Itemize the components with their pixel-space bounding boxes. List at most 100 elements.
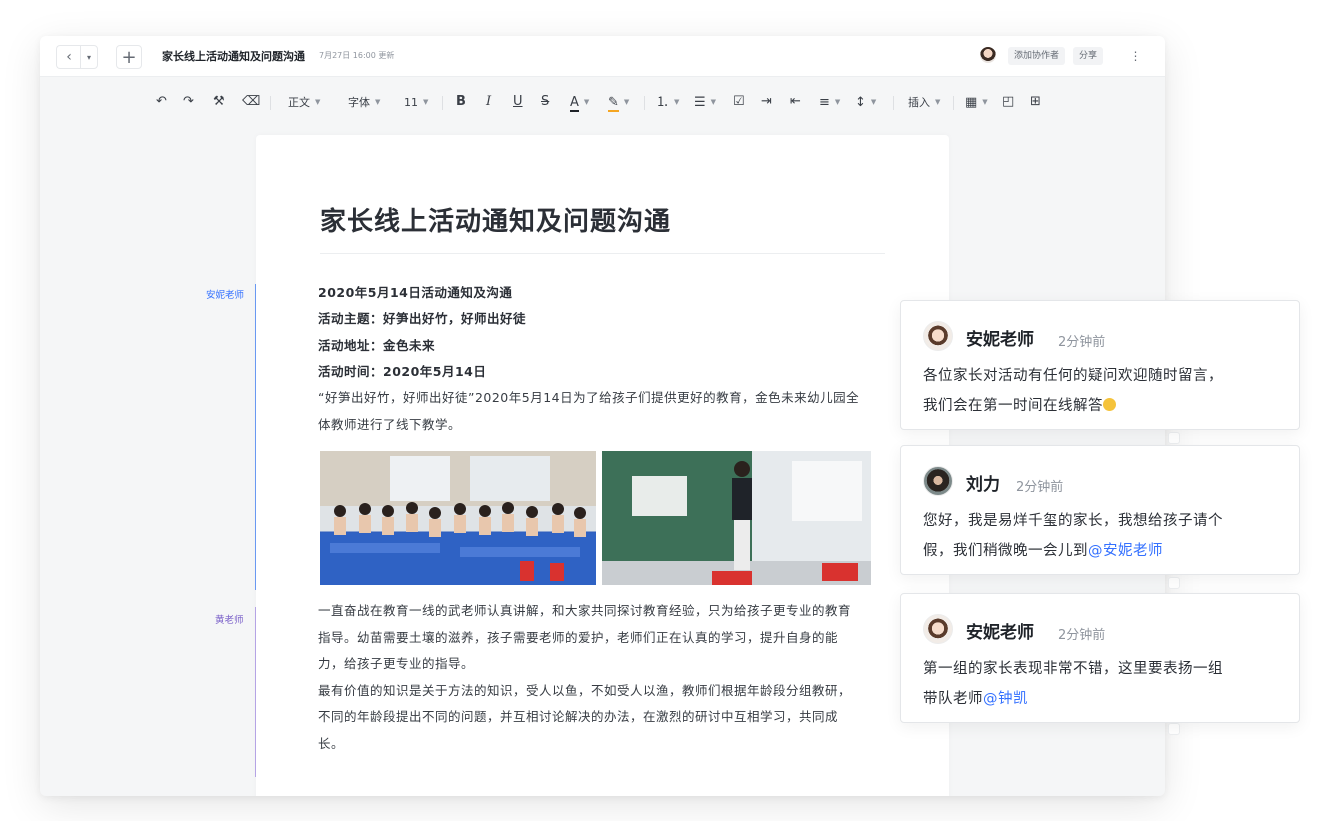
redo-icon[interactable]: ↷ bbox=[183, 92, 194, 112]
paragraph[interactable]: 最有价值的知识是关于方法的知识，受人以鱼，不如受人以渔，教师们根据年龄段分组教研… bbox=[318, 678, 851, 704]
ordered-list-button[interactable]: ⒈ ▼ bbox=[656, 92, 679, 112]
bullet-list-icon: ☰ bbox=[694, 95, 706, 110]
author-label-text: 安妮老师 bbox=[206, 290, 245, 301]
font-color-icon: A bbox=[570, 95, 579, 112]
author-label-annie[interactable]: 安妮老师 bbox=[206, 287, 244, 301]
avatar[interactable] bbox=[923, 614, 953, 644]
comment-connector bbox=[1168, 432, 1180, 444]
comment-text: 您好，我是易烊千玺的家长，我想给孩子请个 bbox=[923, 513, 1223, 529]
comment-text: 带队老师 bbox=[923, 691, 983, 707]
activity-photo-classroom[interactable] bbox=[320, 451, 596, 585]
font-label: 字体 bbox=[348, 96, 370, 109]
paragraph[interactable]: 活动地址：金色未来 bbox=[318, 333, 435, 359]
line-spacing-button[interactable]: ↕ ▼ bbox=[855, 92, 876, 112]
doc-title[interactable]: 家长线上活动通知及问题沟通 bbox=[162, 48, 305, 64]
strikethrough-icon[interactable]: S bbox=[541, 92, 549, 112]
chevron-down-icon: ▼ bbox=[935, 98, 941, 106]
comment-author[interactable]: 安妮老师 bbox=[966, 325, 1034, 350]
teacher-photo-illustration bbox=[602, 451, 871, 585]
share-button[interactable]: 分享 bbox=[1073, 47, 1104, 65]
table-button[interactable]: ▦ ▼ bbox=[965, 92, 988, 112]
comment-author[interactable]: 安妮老师 bbox=[966, 618, 1034, 643]
avatar[interactable] bbox=[980, 47, 996, 63]
mention-link[interactable]: @安妮老师 bbox=[1088, 543, 1163, 559]
align-button[interactable]: ≡ ▼ bbox=[819, 92, 840, 112]
bold-icon[interactable]: B bbox=[456, 92, 466, 112]
underline-icon[interactable]: U bbox=[513, 92, 523, 112]
divider bbox=[953, 96, 954, 110]
paragraph[interactable]: 指导。幼苗需要土壤的滋养，孩子需要老师的爱护，老师们正在认真的学习，提升自身的能 bbox=[318, 625, 838, 651]
history-dropdown-icon[interactable]: ▾ bbox=[80, 45, 98, 69]
paragraph-style-label: 正文 bbox=[288, 96, 310, 109]
author-label-huang[interactable]: 黄老师 bbox=[215, 612, 244, 626]
align-icon: ≡ bbox=[819, 95, 830, 110]
comment-connector bbox=[1168, 577, 1180, 589]
title-bar: ‹ ▾ + 家长线上活动通知及问题沟通 7月27日 16:00 更新 添加协作者… bbox=[40, 36, 1165, 77]
paragraph[interactable]: 不同的年龄段提出不同的问题，并互相讨论解决的办法，在激烈的研讨中互相学习，共同成 bbox=[318, 704, 838, 730]
chevron-down-icon: ▼ bbox=[623, 98, 630, 106]
add-comment-icon[interactable]: ⊞ bbox=[1030, 92, 1041, 112]
bullet-list-button[interactable]: ☰ ▼ bbox=[694, 92, 716, 112]
chevron-down-icon: ▼ bbox=[423, 98, 429, 106]
template-icon[interactable]: ◰ bbox=[1002, 92, 1014, 112]
insert-button[interactable]: 插入 ▼ bbox=[908, 92, 940, 112]
comment-text: 各位家长对活动有任何的疑问欢迎随时留言， bbox=[923, 368, 1223, 384]
comment-time: 2分钟前 bbox=[1058, 628, 1106, 643]
paragraph[interactable]: 一直奋战在教育一线的武老师认真讲解，和大家共同探讨教育经验，只为给孩子更专业的教… bbox=[318, 598, 851, 624]
comment-text: 第一组的家长表现非常不错，这里要表扬一组 bbox=[923, 661, 1223, 677]
divider bbox=[893, 96, 894, 110]
more-icon[interactable]: ⋮ bbox=[1126, 46, 1144, 66]
outdent-icon[interactable]: ⇤ bbox=[790, 92, 801, 112]
highlight-button[interactable]: ✎ ▼ bbox=[608, 92, 629, 112]
font-select[interactable]: 字体 ▼ bbox=[348, 92, 380, 112]
document-heading[interactable]: 家长线上活动通知及问题沟通 bbox=[320, 201, 671, 238]
line-spacing-icon: ↕ bbox=[855, 95, 866, 110]
mention-link[interactable]: @钟凯 bbox=[983, 691, 1028, 707]
undo-icon[interactable]: ↶ bbox=[156, 92, 167, 112]
paragraph[interactable]: 2020年5月14日活动通知及沟通 bbox=[318, 280, 512, 306]
comment-author[interactable]: 刘力 bbox=[966, 470, 1000, 495]
add-collaborator-button[interactable]: 添加协作者 bbox=[1008, 47, 1066, 65]
back-icon[interactable]: ‹ bbox=[56, 45, 81, 69]
clear-format-icon[interactable]: ⌫ bbox=[242, 92, 260, 112]
chevron-down-icon: ▼ bbox=[583, 98, 590, 106]
format-painter-icon[interactable]: ⚒ bbox=[213, 92, 225, 112]
paragraph[interactable]: 活动主题：好笋出好竹，好师出好徒 bbox=[318, 306, 526, 332]
paragraph[interactable]: 力，给孩子更专业的指导。 bbox=[318, 651, 474, 677]
chevron-down-icon: ▼ bbox=[870, 98, 877, 106]
paragraph[interactable]: 体教师进行了线下教学。 bbox=[318, 412, 461, 438]
smile-emoji-icon bbox=[1103, 398, 1116, 411]
chevron-down-icon: ▼ bbox=[710, 98, 717, 106]
paragraph[interactable]: 长。 bbox=[318, 731, 344, 757]
new-doc-icon[interactable]: + bbox=[116, 45, 142, 69]
chevron-down-icon: ▼ bbox=[315, 98, 321, 106]
comment-body: 各位家长对活动有任何的疑问欢迎随时留言， 我们会在第一时间在线解答 bbox=[923, 361, 1283, 421]
indent-icon[interactable]: ⇥ bbox=[761, 92, 772, 112]
comment-time: 2分钟前 bbox=[1058, 335, 1106, 350]
divider bbox=[644, 96, 645, 110]
italic-icon[interactable]: I bbox=[486, 92, 491, 112]
activity-photo-teacher[interactable] bbox=[602, 451, 871, 585]
paragraph-style-select[interactable]: 正文 ▼ bbox=[288, 92, 320, 112]
comment-body: 第一组的家长表现非常不错，这里要表扬一组 带队老师@钟凯 bbox=[923, 654, 1283, 714]
avatar[interactable] bbox=[923, 321, 953, 351]
comment-text: 假，我们稍微晚一会儿到 bbox=[923, 543, 1088, 559]
divider bbox=[270, 96, 271, 110]
insert-label: 插入 bbox=[908, 96, 930, 109]
avatar[interactable] bbox=[923, 466, 953, 496]
checklist-icon[interactable]: ☑ bbox=[733, 92, 745, 112]
document-page[interactable]: 家长线上活动通知及问题沟通 2020年5月14日活动通知及沟通 活动主题：好笋出… bbox=[256, 135, 949, 796]
comment-connector bbox=[1168, 723, 1180, 735]
paragraph[interactable]: 活动时间：2020年5月14日 bbox=[318, 359, 486, 385]
font-color-button[interactable]: A ▼ bbox=[570, 92, 589, 112]
comment-card[interactable]: 安妮老师 2分钟前 各位家长对活动有任何的疑问欢迎随时留言， 我们会在第一时间在… bbox=[900, 300, 1300, 430]
chevron-down-icon: ▼ bbox=[834, 98, 841, 106]
comment-card[interactable]: 安妮老师 2分钟前 第一组的家长表现非常不错，这里要表扬一组 带队老师@钟凯 bbox=[900, 593, 1300, 723]
table-icon: ▦ bbox=[965, 95, 978, 110]
comment-card[interactable]: 刘力 2分钟前 您好，我是易烊千玺的家长，我想给孩子请个 假，我们稍微晚一会儿到… bbox=[900, 445, 1300, 575]
font-size-select[interactable]: 11 ▼ bbox=[404, 92, 428, 112]
paragraph[interactable]: “好笋出好竹，好师出好徒”2020年5月14日为了给孩子们提供更好的教育，金色未… bbox=[318, 385, 859, 411]
comment-time: 2分钟前 bbox=[1016, 480, 1064, 495]
last-updated: 7月27日 16:00 更新 bbox=[319, 51, 395, 60]
comment-body: 您好，我是易烊千玺的家长，我想给孩子请个 假，我们稍微晚一会儿到@安妮老师 bbox=[923, 506, 1283, 566]
